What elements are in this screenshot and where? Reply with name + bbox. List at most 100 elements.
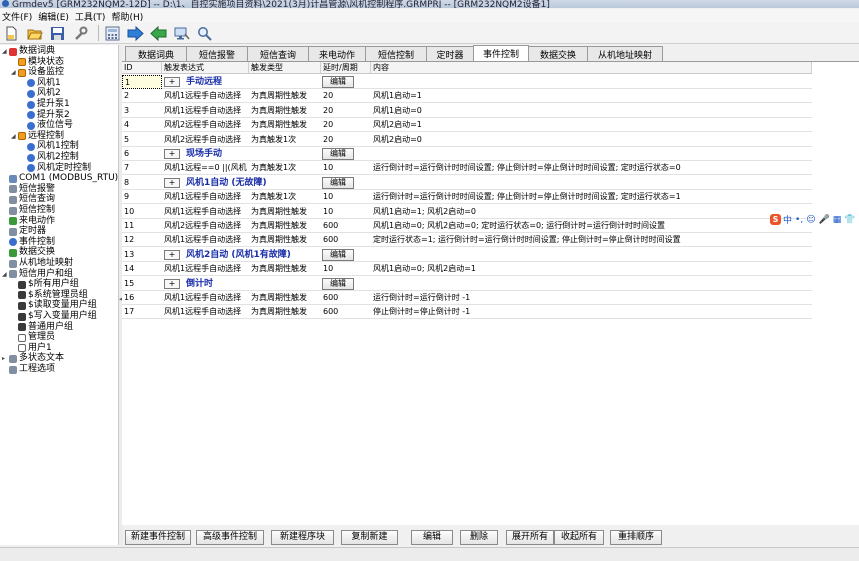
tree-item[interactable]: 普通用户组 <box>11 322 73 333</box>
tree-item[interactable]: $写入变量用户组 <box>11 311 97 322</box>
edit-group-button[interactable]: 编辑 <box>322 76 354 88</box>
tree-item[interactable]: $读取变量用户组 <box>11 300 97 311</box>
tab-item[interactable]: 数据交换 <box>528 46 588 61</box>
ime-toolbar[interactable]: S 中 •, ☺ 🎤 ▦ 👕 <box>770 213 859 226</box>
column-header[interactable]: 触发类型 <box>249 62 321 74</box>
table-row[interactable]: 16 风机1远程手自动选择 为真周期性触发 600 运行倒计时=运行倒计时 -1 <box>122 291 812 305</box>
collapse-toggle-icon[interactable]: ◢ <box>2 269 8 280</box>
tree-item[interactable]: 短信查询 <box>2 194 55 205</box>
group-row[interactable]: 13 + 风机2自动 (风机1有故障) 编辑 <box>122 247 812 262</box>
table-row[interactable]: 10 风机1远程手自动选择 为真周期性触发 10 风机1启动=1; 风机2启动=0 <box>122 205 812 219</box>
tab-item[interactable]: 事件控制 <box>473 45 529 61</box>
menu-item[interactable]: 工具(T) <box>75 10 106 23</box>
expand-all-button[interactable]: 展开所有 <box>506 530 554 545</box>
tab-item[interactable]: 短信控制 <box>365 46 427 61</box>
tab-item[interactable]: 短信查询 <box>247 46 309 61</box>
save-icon[interactable] <box>48 24 67 43</box>
table-row[interactable]: 7 风机1远程==0 ||(风机 为真触发1次 10 运行倒计时=运行倒计时时间设置; … <box>122 161 812 176</box>
collapse-toggle-icon[interactable]: ◢ <box>2 46 8 57</box>
ime-logo-icon[interactable]: S <box>770 214 781 225</box>
collapse-toggle-icon[interactable]: ◢ <box>11 131 17 142</box>
calculator-icon[interactable] <box>103 24 122 43</box>
tree-item[interactable]: 短信控制 <box>2 205 55 216</box>
tree-item[interactable]: 液位信号 <box>20 120 73 131</box>
tree-item[interactable]: 来电动作 <box>2 216 55 227</box>
group-row[interactable]: 8 + 风机1自动 (无故障) 编辑 <box>122 175 812 190</box>
tree-item[interactable]: 模块状态 <box>11 57 64 68</box>
tree-item[interactable]: $所有用户组 <box>11 279 79 290</box>
tab-item[interactable]: 从机地址映射 <box>587 46 663 61</box>
tree-item[interactable]: 提升泵1 <box>20 99 70 110</box>
group-row[interactable]: 15 + 倒计时 编辑 <box>122 276 812 291</box>
table-row[interactable]: 14 风机1远程手自动选择 为真周期性触发 10 风机1启动=0; 风机2启动=1 <box>122 262 812 277</box>
table-row[interactable]: 9 风机1远程手自动选择 为真触发1次 10 运行倒计时=运行倒计时时间设置; 停止倒计… <box>122 190 812 205</box>
new-program-block-button[interactable]: 新建程序块 <box>271 530 334 545</box>
group-row[interactable]: 1 + 手动远程 编辑 <box>122 75 812 89</box>
tree-item[interactable]: 风机2 <box>20 88 61 99</box>
wrench-icon[interactable] <box>71 24 90 43</box>
tree-item[interactable]: 管理员 <box>11 332 55 343</box>
search-icon[interactable] <box>195 24 214 43</box>
delete-button[interactable]: 删除 <box>460 530 498 545</box>
ime-item[interactable]: 👕 <box>844 215 855 225</box>
column-header[interactable]: 延时/周期 <box>321 62 371 74</box>
ime-item[interactable]: ▦ <box>833 215 842 225</box>
tree-item[interactable]: 风机2控制 <box>20 152 79 163</box>
menu-item[interactable]: 编辑(E) <box>38 10 69 23</box>
table-row[interactable]: 3 风机1远程手自动选择 为真周期性触发 20 风机1启动=0 <box>122 104 812 118</box>
download-arrow-icon[interactable] <box>126 24 145 43</box>
expand-group-button[interactable]: + <box>164 249 180 260</box>
ime-item[interactable]: 中 <box>783 213 792 226</box>
tab-item[interactable]: 短信报警 <box>186 46 248 61</box>
monitor-icon[interactable] <box>172 24 191 43</box>
expand-group-button[interactable]: + <box>164 77 180 87</box>
column-header[interactable]: 内容 <box>371 62 812 74</box>
menu-item[interactable]: 帮助(H) <box>111 10 143 23</box>
upload-arrow-icon[interactable] <box>149 24 168 43</box>
edit-group-button[interactable]: 编辑 <box>322 248 354 261</box>
tree-item[interactable]: ◢ 短信用户和组 <box>2 269 73 280</box>
table-row[interactable]: 17 风机1远程手自动选择 为真周期性触发 600 停止倒计时=停止倒计时 -1 <box>122 305 812 320</box>
tree-item[interactable]: 定时器 <box>2 226 46 237</box>
tab-item[interactable]: 定时器 <box>426 46 474 61</box>
copy-new-button[interactable]: 复制新建 <box>341 530 398 545</box>
tree-item[interactable]: COM1 (MODBUS_RTU) <box>2 173 118 184</box>
column-header[interactable]: ID <box>122 62 162 74</box>
tab-item[interactable]: 来电动作 <box>308 46 366 61</box>
edit-group-button[interactable]: 编辑 <box>322 277 354 290</box>
new-event-control-button[interactable]: 新建事件控制 <box>125 530 191 545</box>
edit-group-button[interactable]: 编辑 <box>322 176 354 189</box>
tree-item[interactable]: 提升泵2 <box>20 110 70 121</box>
group-row[interactable]: 6 + 现场手动 编辑 <box>122 147 812 161</box>
advanced-event-control-button[interactable]: 高级事件控制 <box>196 530 264 545</box>
expand-group-button[interactable]: + <box>164 177 180 188</box>
tree-item[interactable]: 数据交换 <box>2 247 55 258</box>
tree-item[interactable]: ◢ 设备监控 <box>11 67 64 78</box>
table-row[interactable]: 2 风机1远程手自动选择 为真周期性触发 20 风机1启动=1 <box>122 89 812 104</box>
table-row[interactable]: 11 风机2远程手自动选择 为真周期性触发 600 风机1启动=0; 风机2启动=0; … <box>122 219 812 233</box>
tree-item[interactable]: 风机定时控制 <box>20 163 91 174</box>
column-header[interactable]: 触发表达式 <box>162 62 249 74</box>
menu-item[interactable]: 文件(F) <box>2 10 32 23</box>
tree-item[interactable]: 风机1控制 <box>20 141 79 152</box>
edit-button[interactable]: 编辑 <box>411 530 453 545</box>
expand-group-button[interactable]: + <box>164 278 180 289</box>
tree-item[interactable]: ◢ 数据词典 <box>2 46 55 57</box>
tab-item[interactable]: 数据词典 <box>125 46 187 61</box>
open-folder-icon[interactable] <box>25 24 44 43</box>
expand-group-button[interactable]: + <box>164 149 180 159</box>
ime-item[interactable]: 🎤 <box>819 215 830 225</box>
table-row[interactable]: 12 风机1远程手自动选择 为真周期性触发 600 定时运行状态=1; 运行倒计时=运行… <box>122 233 812 248</box>
new-file-icon[interactable] <box>2 24 21 43</box>
table-row[interactable]: 5 风机2远程手自动选择 为真触发1次 20 风机2启动=0 <box>122 133 812 147</box>
edit-group-button[interactable]: 编辑 <box>322 148 354 160</box>
ime-item[interactable]: •, <box>795 215 803 225</box>
tree-item[interactable]: ▸ 多状态文本 <box>2 353 64 364</box>
ime-item[interactable]: ☺ <box>806 215 815 225</box>
reorder-button[interactable]: 重排顺序 <box>610 530 662 545</box>
collapse-all-button[interactable]: 收起所有 <box>554 530 604 545</box>
collapse-toggle-icon[interactable]: ◢ <box>11 67 17 78</box>
expand-toggle-icon[interactable]: ▸ <box>2 353 8 364</box>
table-row[interactable]: 4 风机2远程手自动选择 为真周期性触发 20 风机2启动=1 <box>122 118 812 133</box>
tree-item[interactable]: 工程选项 <box>2 364 55 375</box>
